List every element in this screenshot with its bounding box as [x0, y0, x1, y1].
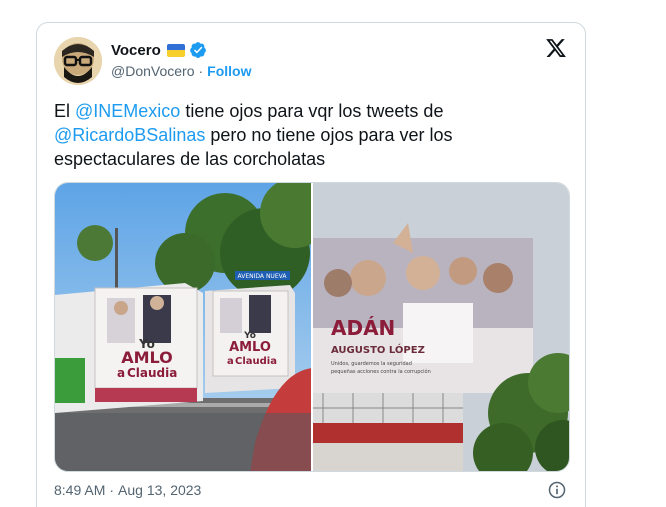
- bus2-ad-line-3: a: [227, 356, 234, 367]
- tweet-text-prefix: El: [54, 101, 76, 121]
- tweet-date[interactable]: Aug 13, 2023: [118, 482, 201, 498]
- bus1-ad-line-2: AMLO: [121, 348, 173, 367]
- verified-badge-icon: [189, 42, 206, 58]
- bus1-ad-line-3: a: [117, 366, 125, 380]
- street-sign-text: AVENIDA NUEVA: [238, 273, 288, 280]
- photo-billboard[interactable]: ADÁN AUGUSTO LÓPEZ Unidos, guardemos la …: [313, 183, 569, 471]
- tweet-media[interactable]: AVENIDA NUEVA Yo AMLO a Claudia Yo AMLO …: [54, 182, 570, 472]
- billboard-line-3: Unidos, guardemos la seguridad: [331, 361, 412, 367]
- billboard-line-1: ADÁN: [331, 316, 395, 340]
- avatar[interactable]: [54, 37, 102, 85]
- tweet-time[interactable]: 8:49 AM: [54, 482, 105, 498]
- follow-button[interactable]: Follow: [207, 63, 251, 79]
- billboard-line-2: AUGUSTO LÓPEZ: [331, 343, 425, 356]
- tweet-text-mid: tiene ojos para vqr los tweets de: [180, 101, 444, 121]
- info-icon[interactable]: [547, 480, 567, 500]
- author-handle[interactable]: @DonVocero: [111, 63, 194, 79]
- separator-dot: ·: [198, 63, 204, 79]
- billboard-line-4: pequeñas acciones contra la corrupción: [331, 368, 431, 375]
- x-logo-icon[interactable]: [545, 37, 567, 59]
- photo-buses[interactable]: AVENIDA NUEVA Yo AMLO a Claudia Yo AMLO …: [55, 183, 311, 471]
- author-display-name[interactable]: Vocero: [111, 42, 161, 59]
- bus1-ad-line-4: Claudia: [127, 366, 177, 380]
- timestamp-separator: ·: [109, 482, 115, 498]
- bus2-ad-line-4: Claudia: [235, 356, 277, 367]
- tweet-text: El @INEMexico tiene ojos para vqr los tw…: [54, 99, 564, 171]
- tweet-card[interactable]: Vocero @DonVocero · Follow El @INEMexico…: [36, 22, 586, 507]
- mention-ricardobsalinas[interactable]: @RicardoBSalinas: [54, 125, 205, 145]
- mention-inemexico[interactable]: @INEMexico: [75, 101, 180, 121]
- bus2-ad-line-2: AMLO: [229, 340, 271, 355]
- ukraine-flag-icon: [166, 43, 185, 57]
